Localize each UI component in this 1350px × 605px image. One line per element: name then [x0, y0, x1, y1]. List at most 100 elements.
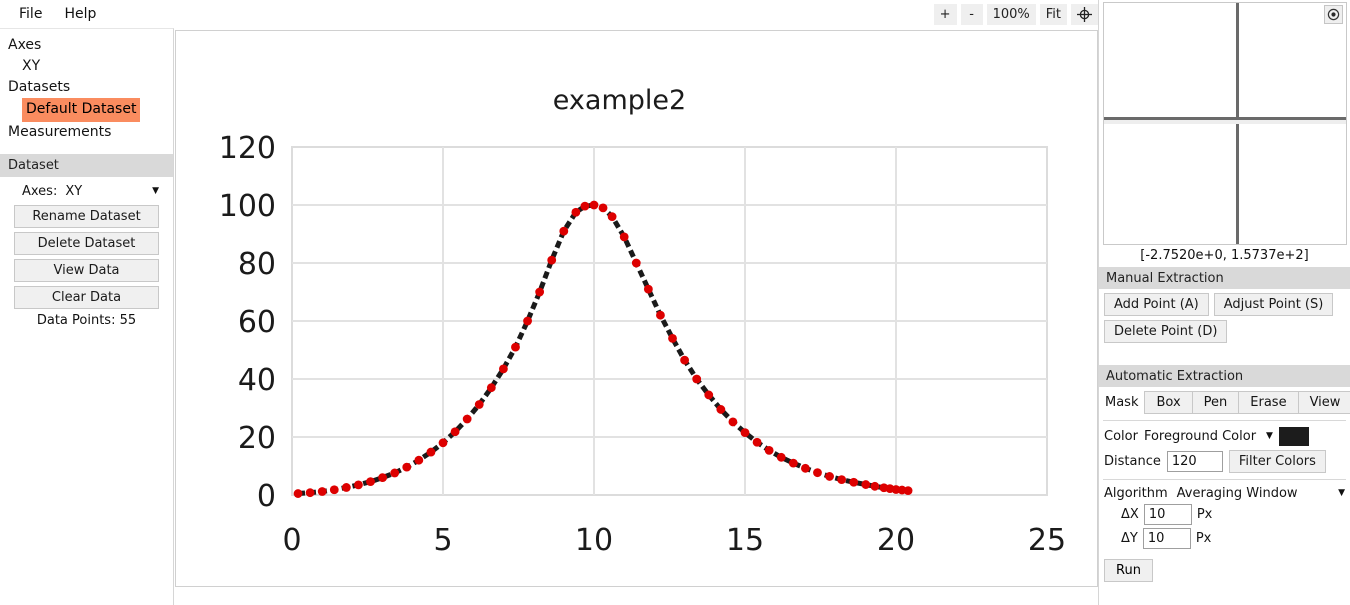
data-point[interactable]	[571, 207, 581, 217]
data-point[interactable]	[619, 232, 629, 242]
delta-y-input[interactable]	[1142, 528, 1191, 549]
mask-box-button[interactable]: Box	[1144, 391, 1192, 414]
data-point[interactable]	[486, 383, 496, 393]
mask-pen-button[interactable]: Pen	[1191, 391, 1239, 414]
data-point[interactable]	[598, 203, 608, 213]
data-point[interactable]	[668, 334, 677, 343]
image-canvas[interactable]: example2 0 20 40 60 80 100 120 0 5 10 15 20 25	[175, 30, 1098, 587]
magnifier-coordinates: [-2.7520e+0, 1.5737e+2]	[1140, 248, 1309, 263]
add-point-button[interactable]: Add Point (A)	[1104, 293, 1209, 316]
magnifier-preview[interactable]	[1103, 2, 1347, 245]
data-point[interactable]	[426, 447, 436, 457]
data-point[interactable]	[704, 390, 714, 400]
data-point[interactable]	[728, 417, 738, 427]
y-tick-label: 100	[219, 189, 276, 224]
data-point[interactable]	[788, 458, 798, 468]
tree-item-measurements[interactable]: Measurements	[0, 122, 173, 143]
data-point[interactable]	[580, 201, 590, 211]
data-point[interactable]	[607, 212, 617, 222]
delta-x-input[interactable]	[1143, 504, 1192, 525]
data-point[interactable]	[402, 462, 412, 472]
distance-label: Distance	[1104, 454, 1161, 469]
zoom-in-button[interactable]: +	[933, 3, 957, 25]
magnifier-horizontal-shadow	[1104, 120, 1346, 124]
distance-input[interactable]	[1166, 451, 1223, 472]
data-point[interactable]	[462, 414, 472, 424]
view-data-button[interactable]: View Data	[14, 259, 159, 282]
tree-item-datasets[interactable]: Datasets	[0, 77, 173, 98]
distance-row: Distance Filter Colors	[1099, 450, 1350, 473]
data-point[interactable]	[903, 486, 913, 496]
dataset-panel-body: Axes: XY ▼ Rename Dataset Delete Dataset…	[0, 177, 173, 328]
data-point[interactable]	[825, 472, 834, 481]
data-point[interactable]	[414, 455, 424, 465]
data-point[interactable]	[354, 480, 363, 490]
run-button[interactable]: Run	[1104, 559, 1153, 582]
data-point[interactable]	[716, 405, 726, 414]
data-point[interactable]	[535, 287, 545, 297]
data-point[interactable]	[776, 452, 786, 462]
data-point[interactable]	[378, 473, 387, 482]
tree-item-xy[interactable]: XY	[0, 56, 173, 77]
data-point[interactable]	[643, 284, 653, 294]
data-point[interactable]	[523, 316, 532, 326]
data-point[interactable]	[631, 258, 641, 268]
data-point[interactable]	[837, 475, 847, 485]
clear-data-button[interactable]: Clear Data	[14, 286, 159, 309]
data-point[interactable]	[692, 374, 702, 384]
data-point[interactable]	[438, 438, 448, 448]
data-point[interactable]	[849, 477, 859, 487]
target-settings-icon[interactable]	[1324, 5, 1343, 24]
tree-item-default-dataset[interactable]: Default Dataset	[0, 98, 173, 122]
data-point[interactable]	[474, 400, 484, 409]
data-point[interactable]	[764, 445, 774, 455]
adjust-point-button[interactable]: Adjust Point (S)	[1213, 293, 1334, 316]
menu-item-file[interactable]: File	[10, 4, 51, 24]
dock-spacer	[1099, 347, 1350, 365]
data-point[interactable]	[366, 477, 375, 487]
y-tick-label: 0	[257, 479, 276, 514]
data-point[interactable]	[559, 226, 569, 236]
data-point[interactable]	[390, 468, 400, 478]
data-point[interactable]	[450, 427, 460, 437]
data-point[interactable]	[680, 355, 689, 365]
digitizer-window: File Help + - 100% Fit Axes XY Datasets	[0, 0, 1350, 605]
data-point[interactable]	[329, 485, 339, 495]
data-point[interactable]	[317, 487, 327, 496]
data-point[interactable]	[511, 342, 520, 352]
data-point[interactable]	[305, 488, 315, 498]
color-value[interactable]: Foreground Color	[1144, 429, 1256, 444]
mask-view-button[interactable]: View	[1297, 391, 1350, 414]
delete-point-button[interactable]: Delete Point (D)	[1104, 320, 1228, 343]
data-point[interactable]	[341, 483, 351, 492]
zoom-fit-button[interactable]: Fit	[1039, 3, 1067, 25]
delete-dataset-button[interactable]: Delete Dataset	[14, 232, 159, 255]
data-point[interactable]	[589, 200, 599, 210]
dataset-axes-select[interactable]: Axes: XY ▼	[14, 184, 159, 199]
zoom-out-button[interactable]: -	[960, 3, 983, 25]
data-point[interactable]	[861, 480, 871, 489]
data-point[interactable]	[801, 463, 810, 473]
menu-item-help[interactable]: Help	[55, 4, 105, 24]
data-point[interactable]	[740, 428, 750, 438]
chevron-down-icon[interactable]: ▼	[1266, 431, 1273, 441]
x-tick-label: 5	[433, 523, 452, 558]
tree-item-axes[interactable]: Axes	[0, 35, 173, 56]
data-point[interactable]	[813, 468, 822, 478]
zoom-level-value[interactable]: 100%	[986, 3, 1036, 25]
crosshair-target-icon[interactable]	[1071, 3, 1098, 25]
mask-erase-button[interactable]: Erase	[1238, 391, 1298, 414]
data-point[interactable]	[752, 437, 762, 447]
color-swatch[interactable]	[1278, 427, 1309, 446]
data-point[interactable]	[870, 481, 880, 491]
rename-dataset-button[interactable]: Rename Dataset	[14, 205, 159, 228]
data-point[interactable]	[293, 489, 303, 498]
data-point[interactable]	[656, 310, 665, 320]
algorithm-row[interactable]: Algorithm Averaging Window ▼	[1099, 486, 1350, 501]
data-point[interactable]	[547, 255, 557, 265]
filter-colors-button[interactable]: Filter Colors	[1228, 450, 1326, 473]
data-point[interactable]	[499, 364, 508, 374]
delta-y-unit: Px	[1195, 531, 1212, 546]
dataset-axes-value: XY	[65, 184, 83, 199]
y-tick-label: 40	[238, 363, 276, 398]
